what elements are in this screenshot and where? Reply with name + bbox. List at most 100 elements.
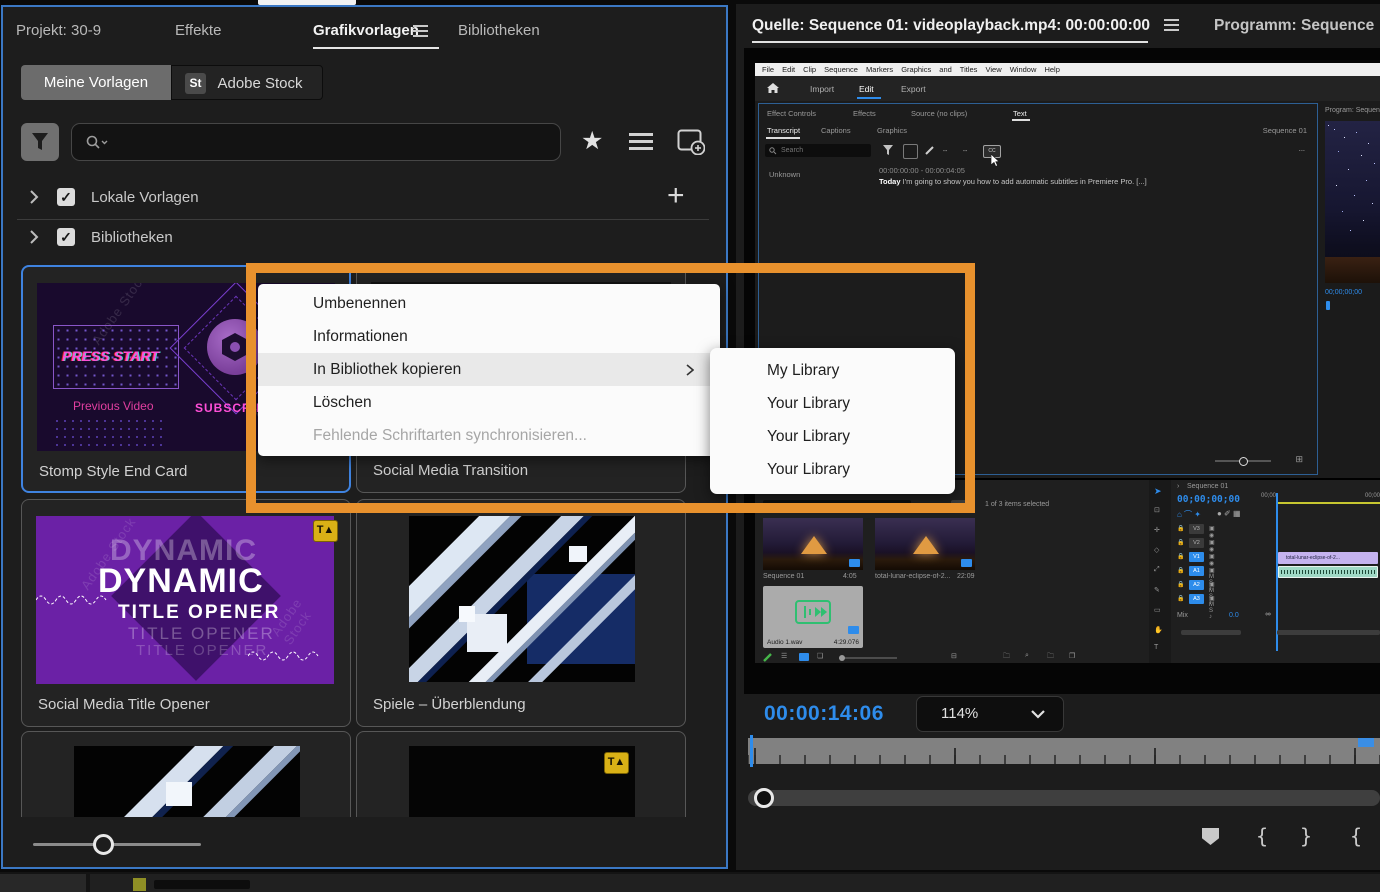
type-icon: T <box>1154 644 1159 651</box>
chevron-right-icon[interactable] <box>29 229 39 245</box>
pp-menubar: File Edit Clip Sequence Markers Graphics… <box>755 63 1380 76</box>
template-card-row3-left[interactable] <box>21 731 351 817</box>
pp-tab-underline <box>857 97 881 99</box>
pp-program-sliver: Program: Sequen 00;00;00;00 <box>1323 105 1380 475</box>
squiggle <box>248 651 319 661</box>
selection-tool-icon: ➤ <box>1154 486 1162 496</box>
pp-tab-text: Text <box>1013 109 1027 118</box>
app-window: Projekt: 30-9 Effekte Grafikvorlagen Bib… <box>0 0 1380 892</box>
mark-in-icon[interactable]: { <box>1256 824 1268 848</box>
pp-item-thumb <box>763 518 863 570</box>
timeline-clip-label-dark <box>154 880 250 889</box>
missing-fonts-icon: T▲ <box>313 520 338 542</box>
ruler-playhead[interactable] <box>750 735 753 767</box>
pp-item3-name: Audio 1.wav <box>767 639 803 646</box>
press-start-box: PRESS START <box>53 325 179 389</box>
pp-subtab-captions: Captions <box>821 126 851 135</box>
pp-tools-strip: ➤ ⊡ ✛ ◇ ⤢ ✎ ▭ ✋ T <box>1149 480 1171 663</box>
source-tab[interactable]: Quelle: Sequence 01: videoplayback.mp4: … <box>752 17 1150 35</box>
pp-item1-name: Sequence 01 <box>763 573 805 580</box>
thumbnail-zoom-slider[interactable] <box>33 834 201 855</box>
pp-tab-edit: Edit <box>859 84 874 94</box>
local-templates-label[interactable]: Lokale Vorlagen <box>91 189 199 206</box>
add-marker-icon[interactable] <box>1202 828 1219 845</box>
program-tab[interactable]: Programm: Sequence <box>1214 17 1374 35</box>
press-start-text: PRESS START <box>62 348 159 364</box>
pp-audio-item-selected: Audio 1.wav 4:29.076 <box>763 586 863 648</box>
zoom-level-dropdown[interactable]: 114% <box>916 696 1064 732</box>
libraries-label[interactable]: Bibliotheken <box>91 229 173 246</box>
template-thumbnail <box>74 746 300 817</box>
template-card-spiele[interactable]: Spiele – Überblendung <box>356 499 686 727</box>
dot-grid <box>53 417 163 447</box>
pencil-icon <box>925 146 934 155</box>
search-icon <box>769 147 777 155</box>
go-to-in-icon[interactable]: { <box>1350 824 1362 848</box>
local-templates-checkbox[interactable]: ✓ <box>57 188 75 206</box>
pp-tab-export: Export <box>901 84 926 94</box>
chevron-down-icon <box>1031 710 1045 719</box>
dynamic-text: DYNAMIC <box>98 562 264 600</box>
pp-tab-source: Source (no clips) <box>911 109 968 118</box>
list-view-icon[interactable] <box>629 133 653 150</box>
pp-tab-effect-controls: Effect Controls <box>767 109 817 118</box>
ruler-marker <box>1358 738 1374 747</box>
pp-tab-import: Import <box>810 84 835 94</box>
pp-item3-duration: 4:29.076 <box>833 639 859 646</box>
pp-subtab-transcript: Transcript <box>767 126 801 135</box>
new-item-icon[interactable] <box>677 129 705 155</box>
ripple-edit-icon: ✛ <box>1154 527 1160 534</box>
pp-timeline-tab: Sequence 01 <box>1187 483 1229 490</box>
rect-icon: ▭ <box>1154 607 1161 614</box>
template-thumbnail: Adobe Stock Adobe Stock DYNAMIC DYNAMIC … <box>36 516 334 684</box>
funnel-icon <box>883 145 893 155</box>
slider-handle[interactable] <box>93 834 114 855</box>
favorites-star-icon[interactable]: ★ <box>581 126 603 156</box>
pp-timeline-timecode: 00;00;00;00 <box>1177 494 1240 505</box>
clip-badge <box>849 559 860 567</box>
tab-grafikvorlagen[interactable]: Grafikvorlagen <box>313 22 419 39</box>
hand-icon: ✋ <box>1154 627 1163 634</box>
panel-menu-icon[interactable] <box>413 25 428 40</box>
playhead-timecode: 00:00:14:06 <box>764 702 884 725</box>
template-card-row3-right[interactable]: T▲ <box>356 731 686 817</box>
scrollbar-handle[interactable] <box>754 788 774 808</box>
template-thumbnail <box>409 516 635 682</box>
previous-video-text: Previous Video <box>73 399 154 413</box>
libraries-checkbox[interactable]: ✓ <box>57 228 75 246</box>
beams-art <box>409 516 635 682</box>
underline <box>1012 119 1030 121</box>
slip-icon: ⤢ <box>1154 566 1160 573</box>
pp-selected-info: 1 of 3 items selected <box>985 501 1050 508</box>
clip-badge <box>961 559 972 567</box>
tab-effekte[interactable]: Effekte <box>175 22 221 39</box>
work-area-bar <box>1277 502 1380 504</box>
search-input[interactable] <box>71 123 561 161</box>
timeline-hscroll[interactable] <box>1277 630 1380 635</box>
chevron-right-icon[interactable] <box>29 189 39 205</box>
header-hscroll[interactable] <box>1181 630 1241 635</box>
pp-timeline: Sequence 01 › 00;00;00;00 ⌂ ⌒ ✦ ● ✐ ▦ 00… <box>1173 480 1380 663</box>
pp-zoom-slider <box>1215 457 1271 466</box>
filter-button[interactable] <box>21 123 59 161</box>
tab-bibliotheken[interactable]: Bibliotheken <box>458 22 540 39</box>
monitor-time-ruler[interactable] <box>748 735 1380 767</box>
pen-icon: ✎ <box>1154 587 1160 594</box>
template-thumbnail: T▲ <box>409 746 635 817</box>
mark-out-icon[interactable]: } <box>1300 824 1312 848</box>
razor-icon: ◇ <box>1154 547 1160 554</box>
add-folder-icon[interactable]: + <box>667 179 685 213</box>
template-title: Social Media Title Opener <box>38 696 210 713</box>
track-select-icon: ⊡ <box>1154 507 1160 514</box>
my-templates-toggle[interactable]: Meine Vorlagen <box>21 65 171 100</box>
adobe-stock-toggle[interactable]: St Adobe Stock <box>171 65 323 100</box>
title-opener-text: TITLE OPENER <box>118 602 281 623</box>
pp-item-thumb <box>875 518 975 570</box>
adobe-stock-label: Adobe Stock <box>217 75 303 92</box>
tab-projekt[interactable]: Projekt: 30-9 <box>16 22 101 39</box>
template-card-title-opener[interactable]: Adobe Stock Adobe Stock DYNAMIC DYNAMIC … <box>21 499 351 727</box>
search-icon <box>86 135 108 149</box>
pp-subtab-graphics: Graphics <box>877 126 908 135</box>
panel-menu-icon[interactable] <box>1164 19 1179 34</box>
monitor-scrollbar[interactable] <box>748 788 1380 808</box>
